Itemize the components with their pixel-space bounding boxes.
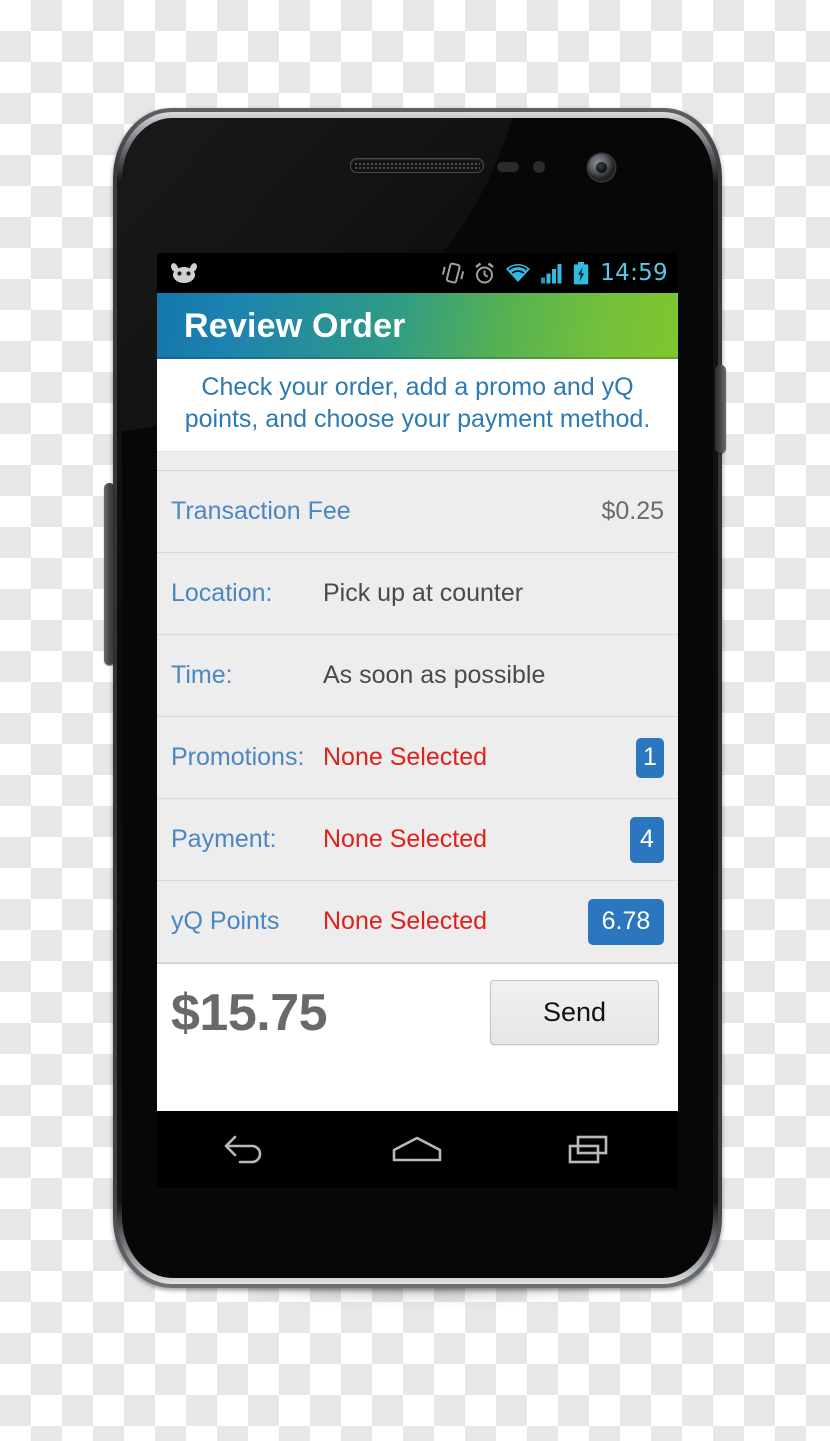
promotions-row[interactable]: Promotions: None Selected 1 <box>157 717 678 799</box>
back-icon[interactable] <box>201 1122 287 1178</box>
home-icon[interactable] <box>374 1122 460 1178</box>
vibrate-icon <box>442 261 465 285</box>
location-label: Location: <box>171 579 273 607</box>
order-total-amount: $15.75 <box>171 983 328 1042</box>
battery-charging-icon <box>573 261 589 285</box>
front-camera-lens <box>596 162 607 173</box>
payment-row[interactable]: Payment: None Selected 4 <box>157 799 678 881</box>
signal-icon <box>540 263 564 284</box>
promotions-label: Promotions: <box>171 743 305 771</box>
yq-points-label: yQ Points <box>171 907 280 935</box>
status-bar: 14:59 <box>157 253 678 293</box>
power-button[interactable] <box>715 365 726 453</box>
android-navigation-bar <box>157 1111 678 1188</box>
wifi-icon <box>505 263 531 284</box>
yq-points-row[interactable]: yQ Points None Selected 6.78 <box>157 881 678 963</box>
payment-count-badge[interactable]: 4 <box>630 816 664 863</box>
status-bar-clock: 14:59 <box>600 260 668 286</box>
payment-value: None Selected <box>323 825 488 853</box>
payment-label: Payment: <box>171 825 277 853</box>
time-label: Time: <box>171 661 233 689</box>
location-row[interactable]: Location: Pick up at counter <box>157 553 678 635</box>
transaction-fee-row[interactable]: Transaction Fee $0.25 <box>157 471 678 553</box>
earpiece-speaker <box>350 158 484 173</box>
volume-rocker-button[interactable] <box>104 483 115 665</box>
location-value: Pick up at counter <box>323 579 524 607</box>
yq-points-balance-badge[interactable]: 6.78 <box>588 898 664 945</box>
instructions-text: Check your order, add a promo and yQ poi… <box>157 359 678 451</box>
front-camera <box>588 154 615 181</box>
earpiece-mesh <box>354 162 480 169</box>
app-title-bar: Review Order <box>157 293 678 359</box>
time-row[interactable]: Time: As soon as possible <box>157 635 678 717</box>
ambient-light-sensor-icon <box>533 161 545 173</box>
transaction-fee-value: $0.25 <box>601 497 664 525</box>
promotions-value: None Selected <box>323 743 488 771</box>
list-top-spacer <box>157 451 678 471</box>
yq-points-value: None Selected <box>323 907 488 935</box>
phone-screen: 14:59 Review Order Check your order, add… <box>157 253 678 1111</box>
order-total-bar: $15.75 Send <box>157 963 678 1061</box>
promotions-count-badge[interactable]: 1 <box>636 737 664 778</box>
recent-apps-icon[interactable] <box>548 1122 634 1178</box>
alarm-icon <box>473 261 496 285</box>
time-value: As soon as possible <box>323 661 546 689</box>
android-head-icon <box>169 262 199 284</box>
transaction-fee-label: Transaction Fee <box>171 497 351 525</box>
page-title: Review Order <box>184 306 406 345</box>
send-button[interactable]: Send <box>490 980 659 1045</box>
proximity-sensor-icon <box>497 162 519 172</box>
